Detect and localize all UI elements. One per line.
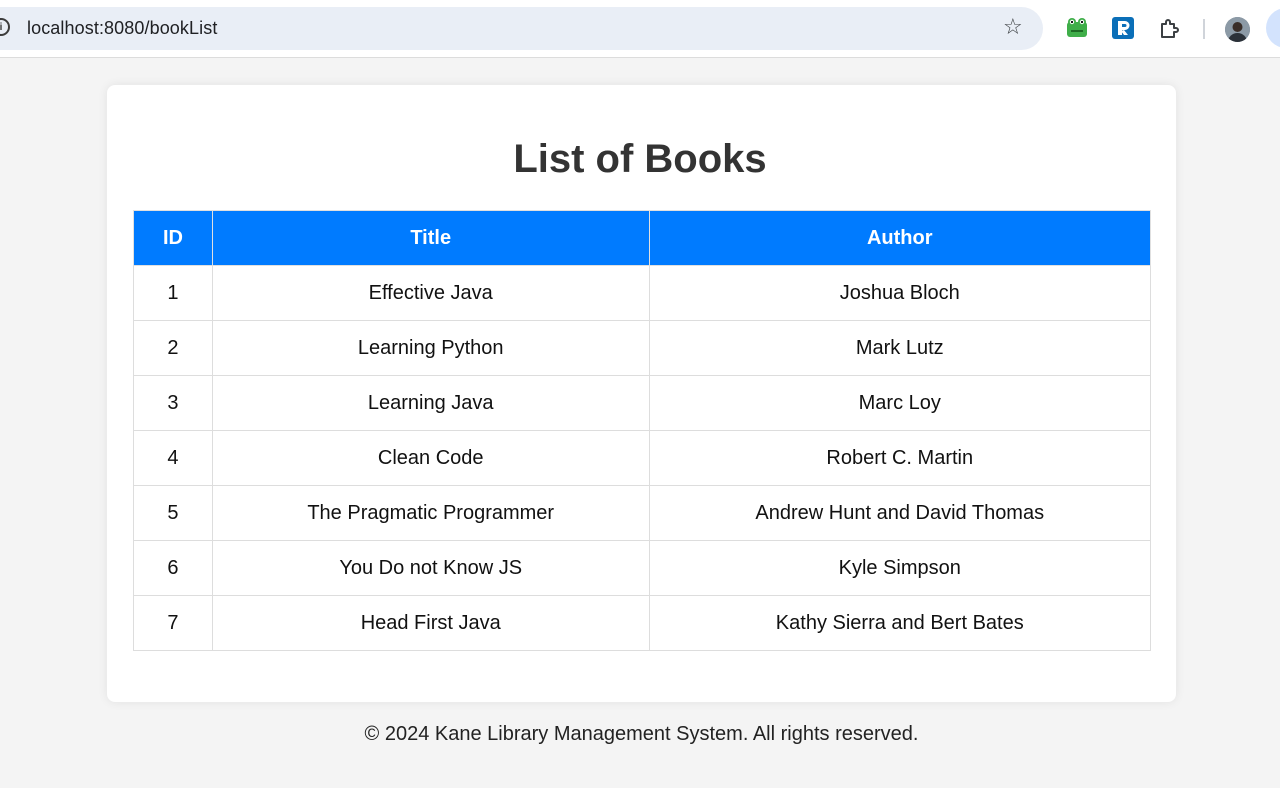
profile-button[interactable] [1266, 8, 1280, 48]
column-header-id: ID [133, 210, 213, 266]
cell-author: Mark Lutz [648, 320, 1152, 376]
cell-id: 2 [133, 320, 213, 376]
table-row: 7 Head First Java Kathy Sierra and Bert … [133, 595, 1152, 651]
cell-title: The Pragmatic Programmer [211, 485, 650, 541]
cell-title: You Do not Know JS [211, 540, 650, 596]
cell-author: Joshua Bloch [648, 265, 1152, 321]
column-header-author: Author [648, 210, 1152, 266]
cell-author: Andrew Hunt and David Thomas [648, 485, 1152, 541]
toolbar-separator [1203, 19, 1205, 39]
cell-author: Marc Loy [648, 375, 1152, 431]
cell-id: 3 [133, 375, 213, 431]
table-row: 6 You Do not Know JS Kyle Simpson [133, 540, 1152, 596]
books-table: ID Title Author 1 Effective Java Joshua … [133, 210, 1152, 651]
page-title: List of Books [513, 137, 767, 181]
cell-id: 1 [133, 265, 213, 321]
table-header-row: ID Title Author [133, 210, 1152, 266]
star-icon[interactable]: ☆ [1003, 15, 1023, 39]
cell-author: Kyle Simpson [648, 540, 1152, 596]
page-footer: © 2024 Kane Library Management System. A… [364, 723, 919, 745]
table-row: 3 Learning Java Marc Loy [133, 375, 1152, 431]
frog-extension-icon[interactable] [1065, 16, 1089, 40]
table-row: 5 The Pragmatic Programmer Andrew Hunt a… [133, 485, 1152, 541]
r-extension-icon[interactable] [1111, 16, 1135, 40]
puzzle-icon[interactable] [1158, 16, 1182, 40]
browser-toolbar: i localhost:8080/bookList ☆ [0, 0, 1280, 58]
cell-id: 6 [133, 540, 213, 596]
cell-title: Learning Python [211, 320, 650, 376]
cell-title: Learning Java [211, 375, 650, 431]
cell-author: Robert C. Martin [648, 430, 1152, 486]
url-text[interactable]: localhost:8080/bookList [27, 18, 217, 39]
column-header-title: Title [211, 210, 650, 266]
cell-title: Effective Java [211, 265, 650, 321]
table-row: 4 Clean Code Robert C. Martin [133, 430, 1152, 486]
avatar[interactable] [1225, 17, 1250, 42]
cell-title: Head First Java [211, 595, 650, 651]
table-row: 2 Learning Python Mark Lutz [133, 320, 1152, 376]
cell-title: Clean Code [211, 430, 650, 486]
cell-author: Kathy Sierra and Bert Bates [648, 595, 1152, 651]
cell-id: 4 [133, 430, 213, 486]
cell-id: 7 [133, 595, 213, 651]
cell-id: 5 [133, 485, 213, 541]
table-row: 1 Effective Java Joshua Bloch [133, 265, 1152, 321]
